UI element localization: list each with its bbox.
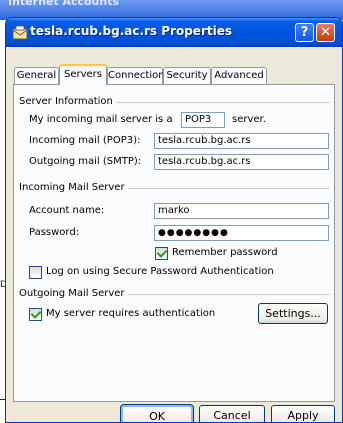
requires-auth-checkbox[interactable] xyxy=(29,308,42,321)
incoming-type-prefix: My incoming mail server is a xyxy=(29,114,173,125)
tab-connection[interactable]: Connection xyxy=(107,67,165,84)
cancel-button[interactable]: Cancel xyxy=(199,405,265,422)
tab-servers[interactable]: Servers xyxy=(59,64,107,85)
tab-general[interactable]: General xyxy=(14,67,59,84)
background-title: Internet Accounts xyxy=(8,0,120,8)
incoming-mail-field[interactable]: tesla.rcub.bg.ac.rs xyxy=(154,133,329,149)
spa-checkbox[interactable] xyxy=(29,266,42,279)
outgoing-server-heading: Outgoing Mail Server xyxy=(19,288,128,299)
properties-dialog: tesla.rcub.bg.ac.rs Properties ? ✕ Gener… xyxy=(5,17,343,423)
password-label: Password: xyxy=(29,227,80,238)
outgoing-mail-field[interactable]: tesla.rcub.bg.ac.rs xyxy=(154,154,329,170)
server-info-heading: Server Information xyxy=(19,96,116,107)
servers-panel: Server Information My incoming mail serv… xyxy=(13,84,335,402)
dialog-title-bar[interactable]: tesla.rcub.bg.ac.rs Properties ? ✕ xyxy=(6,18,342,47)
settings-button[interactable]: Settings... xyxy=(258,303,328,324)
remember-password-label: Remember password xyxy=(172,247,278,258)
password-field[interactable]: ●●●●●●●● xyxy=(154,225,329,241)
requires-auth-label: My server requires authentication xyxy=(46,308,216,319)
incoming-server-type-field[interactable]: POP3 xyxy=(181,112,225,128)
close-button[interactable]: ✕ xyxy=(316,23,335,42)
outgoing-mail-label: Outgoing mail (SMTP): xyxy=(29,156,142,167)
account-name-field[interactable]: marko xyxy=(154,203,329,219)
dialog-title: tesla.rcub.bg.ac.rs Properties xyxy=(30,24,232,38)
spa-label: Log on using Secure Password Authenticat… xyxy=(46,266,274,277)
account-name-label: Account name: xyxy=(29,205,105,216)
mail-account-icon xyxy=(12,25,28,41)
incoming-server-heading: Incoming Mail Server xyxy=(19,182,128,193)
apply-button[interactable]: Apply xyxy=(271,405,335,422)
help-button[interactable]: ? xyxy=(295,23,314,42)
incoming-type-suffix: server. xyxy=(232,114,266,125)
tab-advanced[interactable]: Advanced xyxy=(211,67,267,84)
ok-button[interactable]: OK xyxy=(120,404,194,422)
tab-security[interactable]: Security xyxy=(163,67,211,84)
remember-password-checkbox[interactable] xyxy=(155,247,168,260)
incoming-mail-label: Incoming mail (POP3): xyxy=(29,135,141,146)
